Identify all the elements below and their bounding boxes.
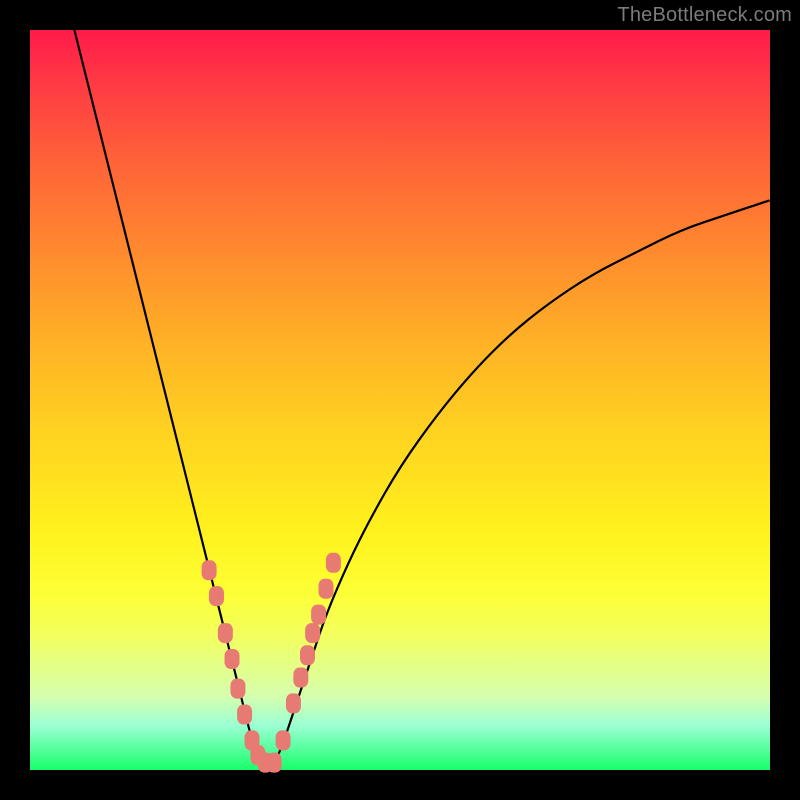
data-point (237, 705, 252, 725)
data-point (286, 693, 301, 713)
highlight-points (202, 553, 341, 773)
data-point (293, 668, 308, 688)
data-point (218, 623, 233, 643)
curve-right-branch (274, 200, 770, 762)
chart-svg (30, 30, 770, 770)
plot-area (30, 30, 770, 770)
data-point (209, 586, 224, 606)
data-point (202, 560, 217, 580)
chart-frame: TheBottleneck.com (0, 0, 800, 800)
watermark-text: TheBottleneck.com (617, 4, 792, 27)
data-point (225, 649, 240, 669)
data-point (267, 753, 282, 773)
data-point (311, 605, 326, 625)
data-point (305, 623, 320, 643)
data-point (276, 730, 291, 750)
data-point (326, 553, 341, 573)
data-point (319, 579, 334, 599)
data-point (230, 679, 245, 699)
data-point (300, 645, 315, 665)
